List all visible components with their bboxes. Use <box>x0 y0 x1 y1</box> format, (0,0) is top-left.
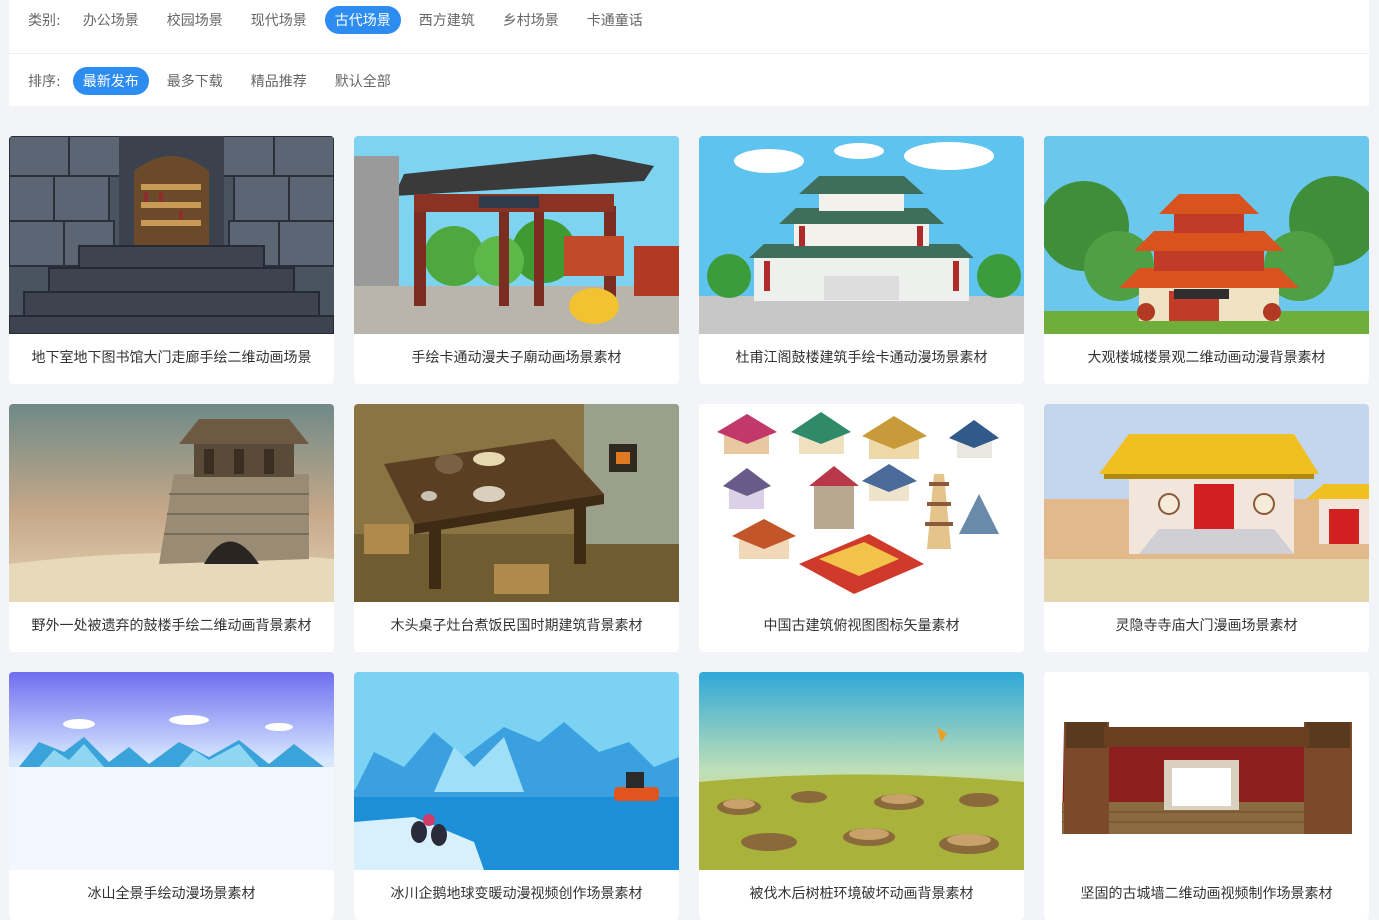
material-card[interactable]: 杜甫江阁鼓楼建筑手绘卡通动漫场景素材 <box>699 136 1024 384</box>
material-card[interactable]: 木头桌子灶台煮饭民国时期建筑背景素材 <box>354 404 679 652</box>
wooden-table-kitchen-thumbnail[interactable] <box>354 404 679 602</box>
card-title[interactable]: 中国古建筑俯视图图标矢量素材 <box>699 602 1024 652</box>
card-title[interactable]: 灵隐寺寺庙大门漫画场景素材 <box>1044 602 1369 652</box>
temple-gate-thumbnail[interactable] <box>354 136 679 334</box>
sort-filter-row: 排序: 最新发布 最多下载 精品推荐 默认全部 <box>9 61 1369 101</box>
card-title[interactable]: 冰山全景手绘动漫场景素材 <box>9 870 334 920</box>
city-wall-thumbnail[interactable] <box>1044 672 1369 870</box>
glacier-penguins-thumbnail[interactable] <box>354 672 679 870</box>
material-card[interactable]: 中国古建筑俯视图图标矢量素材 <box>699 404 1024 652</box>
material-card[interactable]: 野外一处被遗弃的鼓楼手绘二维动画背景素材 <box>9 404 334 652</box>
ruined-watchtower-thumbnail[interactable] <box>9 404 334 602</box>
sort-chip-all[interactable]: 默认全部 <box>325 67 401 95</box>
material-card[interactable]: 灵隐寺寺庙大门漫画场景素材 <box>1044 404 1369 652</box>
category-chip-western[interactable]: 西方建筑 <box>409 6 485 34</box>
card-title[interactable]: 被伐木后树桩环境破坏动画背景素材 <box>699 870 1024 920</box>
card-title[interactable]: 手绘卡通动漫夫子廟动画场景素材 <box>354 334 679 384</box>
temple-front-thumbnail[interactable] <box>1044 404 1369 602</box>
filter-panel: 类别: 办公场景 校园场景 现代场景 古代场景 西方建筑 乡村场景 卡通童话 排… <box>9 0 1369 106</box>
card-title[interactable]: 地下室地下图书馆大门走廊手绘二维动画场景 <box>9 334 334 384</box>
sort-chip-most-downloaded[interactable]: 最多下载 <box>157 67 233 95</box>
category-chip-cartoon[interactable]: 卡通童话 <box>577 6 653 34</box>
tree-stumps-thumbnail[interactable] <box>699 672 1024 870</box>
category-chip-modern[interactable]: 现代场景 <box>241 6 317 34</box>
iceberg-panorama-thumbnail[interactable] <box>9 672 334 870</box>
daguan-tower-thumbnail[interactable] <box>1044 136 1369 334</box>
sort-label: 排序: <box>28 74 61 90</box>
material-card[interactable]: 冰川企鹅地球变暖动漫视频创作场景素材 <box>354 672 679 920</box>
category-chip-office[interactable]: 办公场景 <box>73 6 149 34</box>
dungeon-library-thumbnail[interactable] <box>9 136 334 334</box>
category-label: 类别: <box>28 13 61 29</box>
filter-divider <box>9 53 1369 54</box>
sort-chip-featured[interactable]: 精品推荐 <box>241 67 317 95</box>
material-card[interactable]: 冰山全景手绘动漫场景素材 <box>9 672 334 920</box>
material-card[interactable]: 手绘卡通动漫夫子廟动画场景素材 <box>354 136 679 384</box>
card-title[interactable]: 杜甫江阁鼓楼建筑手绘卡通动漫场景素材 <box>699 334 1024 384</box>
card-title[interactable]: 野外一处被遗弃的鼓楼手绘二维动画背景素材 <box>9 602 334 652</box>
material-card[interactable]: 被伐木后树桩环境破坏动画背景素材 <box>699 672 1024 920</box>
category-chip-campus[interactable]: 校园场景 <box>157 6 233 34</box>
pavilion-tower-thumbnail[interactable] <box>699 136 1024 334</box>
isometric-buildings-thumbnail[interactable] <box>699 404 1024 602</box>
card-title[interactable]: 冰川企鹅地球变暖动漫视频创作场景素材 <box>354 870 679 920</box>
sort-chip-latest[interactable]: 最新发布 <box>72 67 149 95</box>
card-title[interactable]: 坚固的古城墙二维动画视频制作场景素材 <box>1044 870 1369 920</box>
category-chip-rural[interactable]: 乡村场景 <box>493 6 569 34</box>
card-title[interactable]: 大观楼城楼景观二维动画动漫背景素材 <box>1044 334 1369 384</box>
material-card[interactable]: 坚固的古城墙二维动画视频制作场景素材 <box>1044 672 1369 920</box>
category-filter-row: 类别: 办公场景 校园场景 现代场景 古代场景 西方建筑 乡村场景 卡通童话 <box>9 0 1369 40</box>
category-chip-ancient[interactable]: 古代场景 <box>324 6 401 34</box>
material-grid: 地下室地下图书馆大门走廊手绘二维动画场景 手绘卡通动漫夫子廟动画场景素材 杜甫江… <box>9 136 1369 920</box>
material-card[interactable]: 大观楼城楼景观二维动画动漫背景素材 <box>1044 136 1369 384</box>
card-title[interactable]: 木头桌子灶台煮饭民国时期建筑背景素材 <box>354 602 679 652</box>
material-card[interactable]: 地下室地下图书馆大门走廊手绘二维动画场景 <box>9 136 334 384</box>
